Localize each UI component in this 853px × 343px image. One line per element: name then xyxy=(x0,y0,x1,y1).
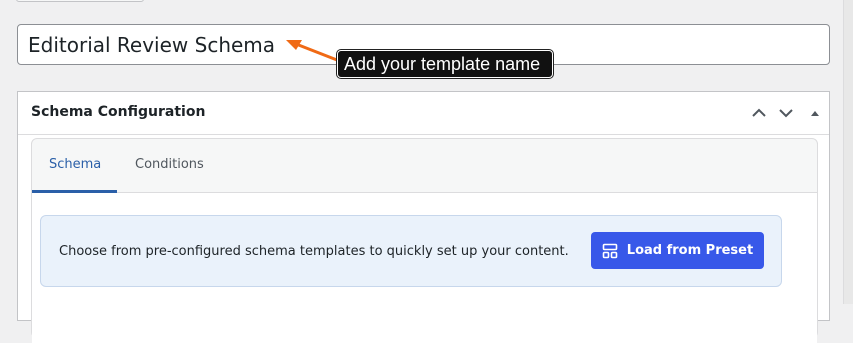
callout-label: Add your template name xyxy=(337,50,554,78)
chevron-down-icon xyxy=(779,109,793,118)
top-button-stub[interactable] xyxy=(16,0,144,2)
tab-content: Choose from pre-configured schema templa… xyxy=(32,193,817,343)
tab-conditions[interactable]: Conditions xyxy=(135,157,204,172)
layout-icon xyxy=(602,243,618,258)
right-sidebar-edge xyxy=(843,0,853,304)
tab-schema[interactable]: Schema xyxy=(49,157,101,172)
move-down-button[interactable] xyxy=(773,100,799,126)
load-from-preset-button[interactable]: Load from Preset xyxy=(591,232,764,269)
toggle-panel-button[interactable] xyxy=(802,100,828,126)
schema-configuration-metabox: Schema Configuration Schema Conditions C… xyxy=(17,91,830,343)
tab-bar: Schema Conditions xyxy=(32,139,817,193)
preset-notice: Choose from pre-configured schema templa… xyxy=(40,215,782,287)
move-up-button[interactable] xyxy=(746,100,772,126)
chevron-up-icon xyxy=(752,108,766,117)
schema-tabs-card: Schema Conditions Choose from pre-config… xyxy=(31,138,818,343)
triangle-up-icon xyxy=(811,111,819,116)
load-from-preset-label: Load from Preset xyxy=(626,243,754,258)
arrow-icon xyxy=(286,40,339,62)
preset-description: Choose from pre-configured schema templa… xyxy=(59,244,569,259)
metabox-title: Schema Configuration xyxy=(31,104,206,120)
metabox-header: Schema Configuration xyxy=(18,92,829,135)
